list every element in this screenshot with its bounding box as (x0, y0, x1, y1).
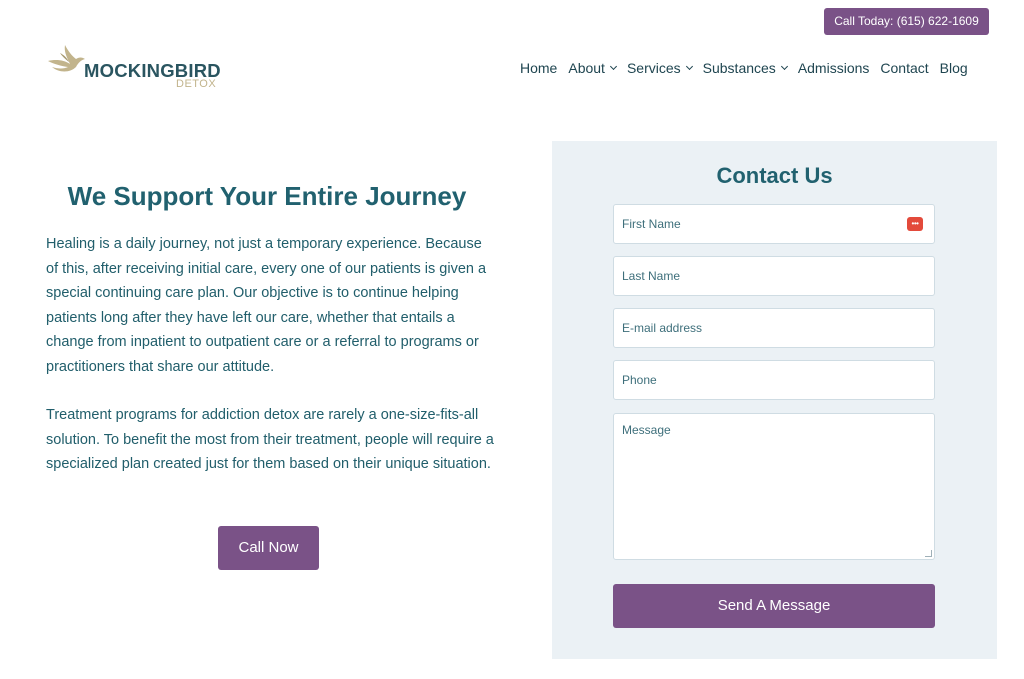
nav-item-blog[interactable]: Blog (940, 60, 968, 76)
phone-placeholder: Phone (622, 373, 657, 387)
nav-item-admissions[interactable]: Admissions (798, 60, 870, 76)
nav-blog-label: Blog (939, 60, 968, 76)
first-name-field[interactable]: First Name ••• (613, 204, 935, 244)
password-manager-icon[interactable]: ••• (907, 217, 923, 231)
nav-item-about[interactable]: About (568, 60, 617, 76)
chevron-down-icon (685, 62, 693, 70)
email-placeholder: E-mail address (622, 321, 703, 335)
intro-paragraph: Healing is a daily journey, not just a t… (46, 236, 487, 375)
nav-about-label: About (568, 60, 605, 76)
phone-field[interactable]: Phone (613, 360, 935, 400)
mockingbird-logo-icon (48, 45, 85, 72)
logo-subtitle: DETOX (176, 78, 217, 90)
contact-form-panel: Contact Us First Name ••• Last Name E-ma… (552, 141, 997, 659)
send-message-button[interactable]: Send A Message (613, 584, 935, 628)
chevron-down-icon (780, 62, 788, 70)
page-heading: We Support Your Entire Journey (67, 181, 467, 211)
nav-contact-label: Contact (880, 60, 929, 76)
nav-item-services[interactable]: Services (626, 60, 693, 76)
nav-substances-label: Substances (702, 60, 776, 76)
logo[interactable]: MOCKINGBIRD DETOX (46, 44, 236, 94)
last-name-placeholder: Last Name (622, 269, 681, 283)
resize-handle-icon[interactable] (925, 550, 932, 557)
email-field[interactable]: E-mail address (613, 308, 935, 348)
nav-item-home[interactable]: Home (520, 60, 557, 76)
message-placeholder: Message (622, 423, 671, 437)
nav-home-label: Home (520, 60, 558, 76)
nav-admissions-label: Admissions (797, 60, 870, 76)
contact-title: Contact Us (716, 163, 833, 188)
message-field[interactable]: Message (613, 413, 935, 560)
last-name-field[interactable]: Last Name (613, 256, 935, 296)
nav-item-substances[interactable]: Substances (702, 60, 788, 76)
nav-services-label: Services (626, 60, 681, 76)
first-name-placeholder: First Name (622, 217, 681, 231)
main-nav: Home About Services Substances Admission… (520, 58, 968, 78)
nav-item-contact[interactable]: Contact (880, 60, 928, 76)
call-today-button[interactable]: Call Today: (615) 622-1609 (824, 8, 989, 35)
treatment-paragraph: Treatment programs for addiction detox a… (46, 407, 494, 472)
chevron-down-icon (609, 62, 617, 70)
call-now-button[interactable]: Call Now (218, 526, 319, 570)
